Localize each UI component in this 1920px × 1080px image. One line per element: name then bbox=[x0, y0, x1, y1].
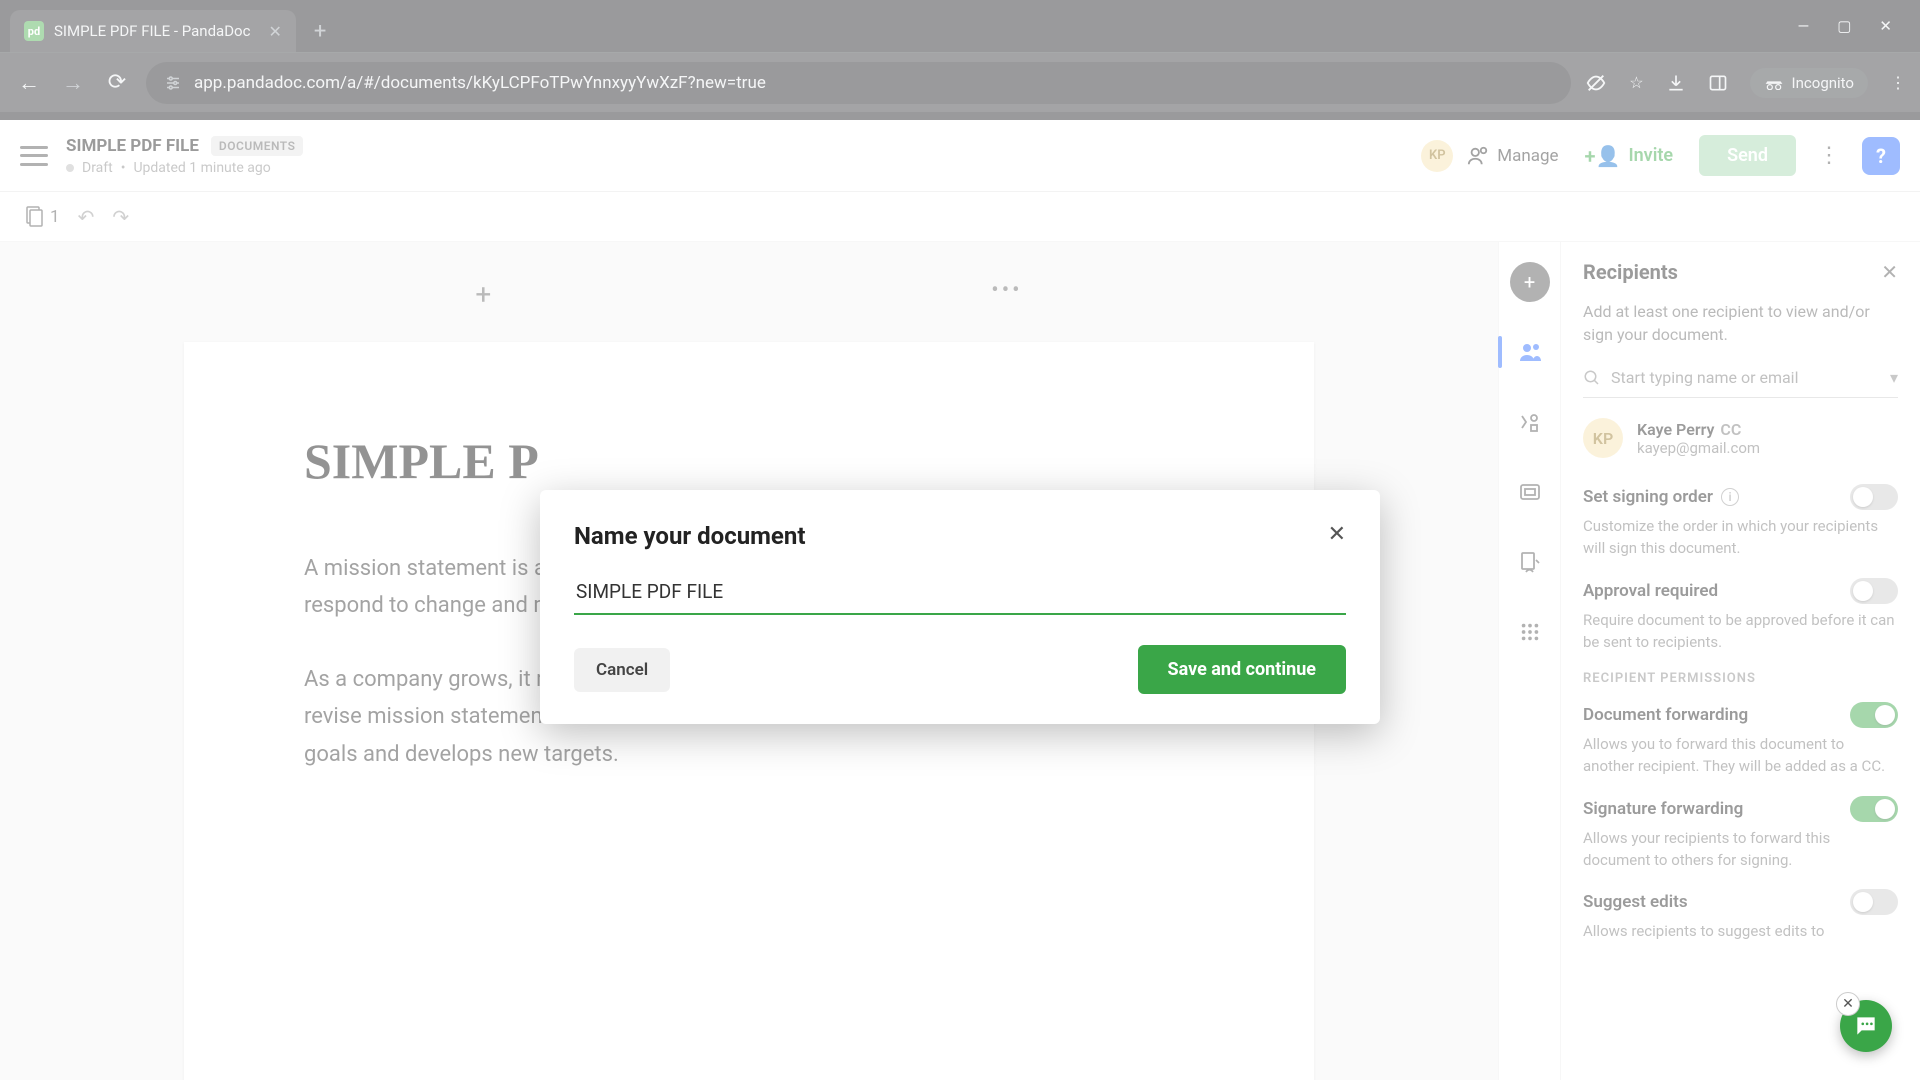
modal-title: Name your document bbox=[574, 522, 805, 550]
chat-close-icon[interactable]: ✕ bbox=[1836, 992, 1860, 1016]
document-name-input[interactable] bbox=[574, 574, 1346, 615]
save-and-continue-button[interactable]: Save and continue bbox=[1138, 645, 1346, 694]
name-document-modal: Name your document ✕ Cancel Save and con… bbox=[540, 490, 1380, 724]
modal-close-icon[interactable]: ✕ bbox=[1328, 522, 1346, 547]
cancel-button[interactable]: Cancel bbox=[574, 648, 670, 692]
